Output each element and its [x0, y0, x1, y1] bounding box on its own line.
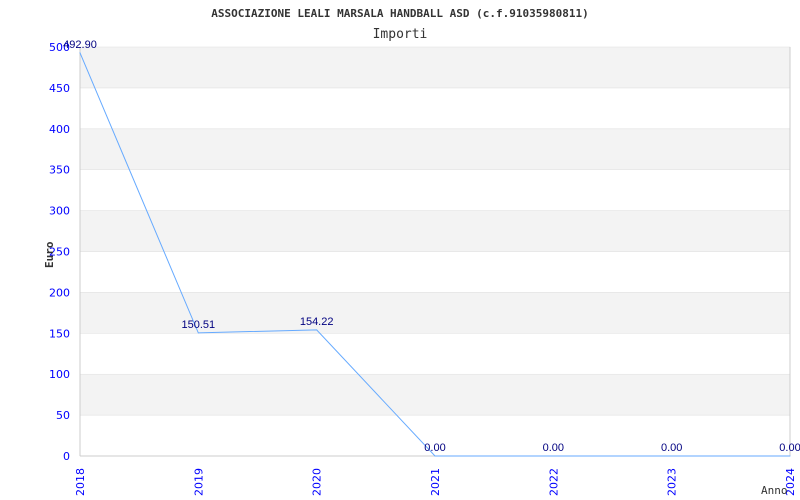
x-tick-label: 2020 — [311, 468, 324, 496]
y-tick-label: 0 — [63, 450, 70, 463]
grid-band — [79, 87, 791, 130]
y-tick-label: 400 — [49, 123, 70, 136]
x-axis-label: Anno — [761, 484, 788, 497]
grid-band — [79, 210, 791, 252]
data-point — [434, 455, 436, 457]
x-tick-label: 2018 — [74, 468, 87, 496]
grid-band — [79, 46, 791, 89]
y-tick-label: 300 — [49, 205, 70, 218]
y-axis-label: Euro — [43, 241, 56, 268]
grid-band — [79, 128, 791, 170]
data-label: 154.22 — [300, 316, 334, 328]
x-tick-label: 2019 — [192, 468, 205, 496]
x-tick-label: 2022 — [547, 468, 560, 496]
data-point — [79, 52, 81, 54]
data-point — [671, 455, 673, 457]
chart-title: ASSOCIAZIONE LEALI MARSALA HANDBALL ASD … — [211, 7, 589, 20]
data-point — [789, 455, 791, 457]
data-label: 0.00 — [543, 442, 564, 454]
x-tick-label: 2021 — [429, 468, 442, 496]
data-label: 150.51 — [182, 319, 216, 331]
grid-band — [79, 373, 791, 416]
y-tick-label: 450 — [49, 82, 70, 95]
y-tick-label: 100 — [49, 368, 70, 381]
grid-band — [79, 333, 791, 375]
y-tick-label: 150 — [49, 327, 70, 340]
y-tick-label: 350 — [49, 164, 70, 177]
line-chart: ASSOCIAZIONE LEALI MARSALA HANDBALL ASD … — [43, 7, 800, 497]
y-tick-label: 200 — [49, 286, 70, 299]
data-point — [316, 329, 318, 331]
data-label: 492.90 — [63, 39, 97, 51]
data-label: 0.00 — [779, 442, 800, 454]
grid-band — [79, 169, 791, 211]
chart-subtitle: Importi — [373, 27, 428, 42]
x-tick-label: 2023 — [666, 468, 679, 496]
data-label: 0.00 — [661, 442, 682, 454]
data-point — [552, 455, 554, 457]
grid-band — [79, 251, 791, 293]
data-point — [197, 332, 199, 334]
y-tick-label: 50 — [56, 409, 70, 422]
data-label: 0.00 — [424, 442, 445, 454]
